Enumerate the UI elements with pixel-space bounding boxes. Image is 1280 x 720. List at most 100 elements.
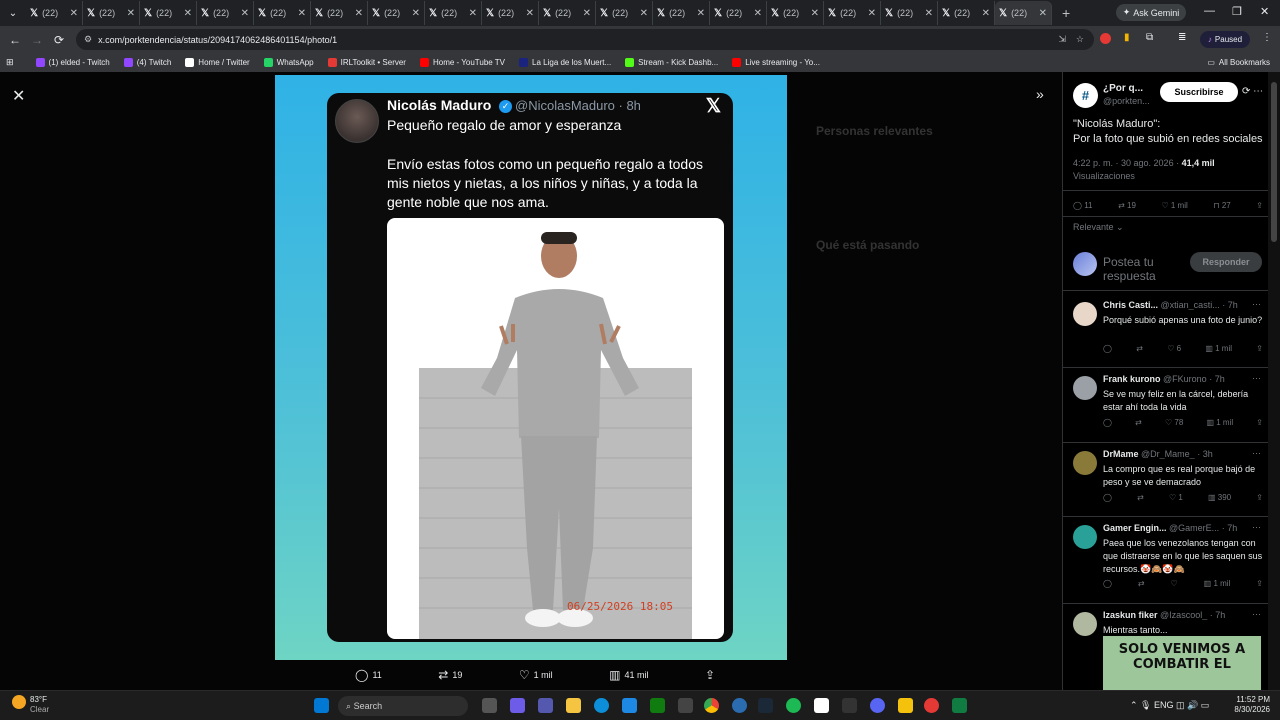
edge-icon[interactable] xyxy=(594,698,609,713)
reply-icon[interactable]: ◯ xyxy=(1103,493,1112,502)
tab-close-icon[interactable]: ✕ xyxy=(298,8,306,19)
bookmark-item[interactable]: (4) Twitch xyxy=(123,58,171,67)
browser-tab[interactable]: 𝕏 (22) ✕ xyxy=(254,1,311,25)
browser-tab[interactable]: 𝕏 (22) ✕ xyxy=(197,1,254,25)
post-timestamp[interactable]: 4:22 p. m. · 30 ago. 2026 · xyxy=(1073,158,1179,168)
bookmark-item[interactable]: La Liga de los Muert... xyxy=(519,58,611,67)
tab-close-icon[interactable]: ✕ xyxy=(1039,8,1047,19)
browser-tab[interactable]: 𝕏 (22) ✕ xyxy=(539,1,596,25)
calendar-icon[interactable] xyxy=(842,698,857,713)
tab-close-icon[interactable]: ✕ xyxy=(640,8,648,19)
reply-author-handle[interactable]: @Dr_Mame_ xyxy=(1141,449,1195,459)
reply-item[interactable]: Izaskun fiker @Izascool_ · 7h ⋯ Mientras t… xyxy=(1063,604,1268,690)
like-button[interactable]: ♡ 1 xyxy=(1169,493,1183,502)
browser-tab[interactable]: 𝕏 (22) ✕ xyxy=(767,1,824,25)
reply-avatar[interactable] xyxy=(1073,302,1097,326)
reply-author-name[interactable]: Frank kurono xyxy=(1103,374,1161,384)
browser-tab[interactable]: 𝕏 (22) ✕ xyxy=(710,1,767,25)
reload-button[interactable]: ⟳ xyxy=(48,33,70,47)
browser-tab[interactable]: 𝕏 (22) ✕ xyxy=(311,1,368,25)
app-blue-icon[interactable] xyxy=(732,698,747,713)
post-more-icon[interactable]: ⟳ ⋯ xyxy=(1242,86,1263,97)
account-name[interactable]: ¿Por q... xyxy=(1103,83,1143,94)
repost-icon[interactable]: ⇄ xyxy=(1136,344,1143,353)
apps-grid-icon[interactable]: ⊞ xyxy=(6,57,14,68)
reply-avatar[interactable] xyxy=(1073,612,1097,636)
like-button[interactable]: ♡ xyxy=(1171,579,1178,588)
reply-avatar[interactable] xyxy=(1073,451,1097,475)
tab-close-icon[interactable]: ✕ xyxy=(811,8,819,19)
reply-author-handle[interactable]: @GamerE... xyxy=(1169,523,1219,533)
reply-icon[interactable]: ◯ xyxy=(1103,344,1112,353)
store-icon[interactable] xyxy=(622,698,637,713)
tab-close-icon[interactable]: ✕ xyxy=(526,8,534,19)
more-options-icon[interactable]: ⋯ xyxy=(1252,373,1261,384)
weather-widget[interactable]: 83°F Clear xyxy=(12,695,49,715)
scrollbar[interactable] xyxy=(1268,72,1280,690)
post-repost-button[interactable]: ⇄ 19 xyxy=(1118,201,1136,210)
reply-time[interactable]: · 7h xyxy=(1210,610,1226,620)
teams-icon[interactable] xyxy=(538,698,553,713)
app-red-icon[interactable] xyxy=(924,698,939,713)
media-controls-icon[interactable]: ≣ xyxy=(1178,32,1186,43)
bookmark-item[interactable]: WhatsApp xyxy=(263,58,314,67)
share-icon[interactable]: ⇪ xyxy=(1256,344,1263,353)
bookmark-item[interactable]: Stream - Kick Dashb... xyxy=(625,58,718,67)
repost-icon[interactable]: ⇄ xyxy=(1138,579,1145,588)
post-reply-button[interactable]: ◯ 11 xyxy=(1073,201,1093,210)
ask-gemini-button[interactable]: ✦ Ask Gemini xyxy=(1116,4,1186,21)
bookmark-item[interactable]: Home / Twitter xyxy=(185,58,250,67)
tweet-photo[interactable]: Nicolás Maduro ✓ @NicolasMaduro · 8h 𝕏 P… xyxy=(275,75,787,660)
app-icon[interactable] xyxy=(678,698,693,713)
tab-close-icon[interactable]: ✕ xyxy=(583,8,591,19)
language-indicator[interactable]: ENG xyxy=(1154,700,1174,710)
repost-action[interactable]: ⇄ 19 xyxy=(438,666,462,684)
like-action[interactable]: ♡ 1 mil xyxy=(519,666,553,684)
tab-close-icon[interactable]: ✕ xyxy=(925,8,933,19)
browser-tab[interactable]: 𝕏 (22) ✕ xyxy=(938,1,995,25)
post-bookmark-button[interactable]: ⊓ 27 xyxy=(1213,201,1230,210)
reply-time[interactable]: · 7h xyxy=(1209,374,1225,384)
views-button[interactable]: ▥ 1 mil xyxy=(1205,344,1232,353)
notion-icon[interactable] xyxy=(814,698,829,713)
tab-close-icon[interactable]: ✕ xyxy=(127,8,135,19)
post-share-button[interactable]: ⇪ xyxy=(1256,201,1263,210)
like-button[interactable]: ♡ 6 xyxy=(1167,344,1181,353)
views-action[interactable]: ▥ 41 mil xyxy=(609,666,648,684)
app-green-icon[interactable] xyxy=(952,698,967,713)
back-button[interactable]: ← xyxy=(4,33,26,47)
post-like-button[interactable]: ♡ 1 mil xyxy=(1161,201,1187,210)
file-explorer-icon[interactable] xyxy=(566,698,581,713)
extension-red-icon[interactable] xyxy=(1100,33,1111,44)
taskbar-search[interactable]: ⌕ Search xyxy=(338,696,468,716)
discord-icon[interactable] xyxy=(870,698,885,713)
tab-close-icon[interactable]: ✕ xyxy=(184,8,192,19)
reply-item[interactable]: DrMame @Dr_Mame_ · 3h ⋯ La compro que es r… xyxy=(1063,443,1268,517)
steam-icon[interactable] xyxy=(758,698,773,713)
clock[interactable]: 11:52 PM 8/30/2026 xyxy=(1234,695,1270,715)
reply-icon[interactable]: ◯ xyxy=(1103,579,1112,588)
task-view-icon[interactable] xyxy=(482,698,497,713)
account-avatar[interactable]: # xyxy=(1073,83,1098,108)
browser-tab[interactable]: 𝕏 (22) ✕ xyxy=(140,1,197,25)
spotify-icon[interactable] xyxy=(786,698,801,713)
tab-close-icon[interactable]: ✕ xyxy=(868,8,876,19)
tab-close-icon[interactable]: ✕ xyxy=(697,8,705,19)
reply-item[interactable]: Chris Casti... @xtian_casti... · 7h ⋯ Porq… xyxy=(1063,294,1268,368)
chrome-icon[interactable] xyxy=(704,698,719,713)
tab-search-icon[interactable]: ⌄ xyxy=(0,8,26,19)
system-tray[interactable]: ⌃ 🎙 ENG ◫ 🔊 ▭ xyxy=(1130,700,1209,711)
copilot-icon[interactable] xyxy=(510,698,525,713)
repost-icon[interactable]: ⇄ xyxy=(1135,418,1142,427)
profile-button[interactable]: ♪ Paused xyxy=(1200,31,1250,48)
bookmark-item[interactable]: Home - YouTube TV xyxy=(419,58,505,67)
meme-image[interactable]: SOLO VENIMOS A COMBATIR EL xyxy=(1103,636,1261,690)
browser-tab[interactable]: 𝕏 (22) ✕ xyxy=(26,1,83,25)
sort-replies-dropdown[interactable]: Relevante ⌄ xyxy=(1073,222,1124,233)
menu-kebab-icon[interactable]: ⋮ xyxy=(1262,32,1272,43)
bookmark-item[interactable]: IRLToolkit • Server xyxy=(327,58,406,67)
all-bookmarks[interactable]: ▭ All Bookmarks xyxy=(1207,58,1270,67)
restore-button[interactable]: ❐ xyxy=(1232,5,1242,18)
bookmark-item[interactable]: (1) elded - Twitch xyxy=(35,58,110,67)
reply-action[interactable]: ◯ 11 xyxy=(355,666,382,684)
